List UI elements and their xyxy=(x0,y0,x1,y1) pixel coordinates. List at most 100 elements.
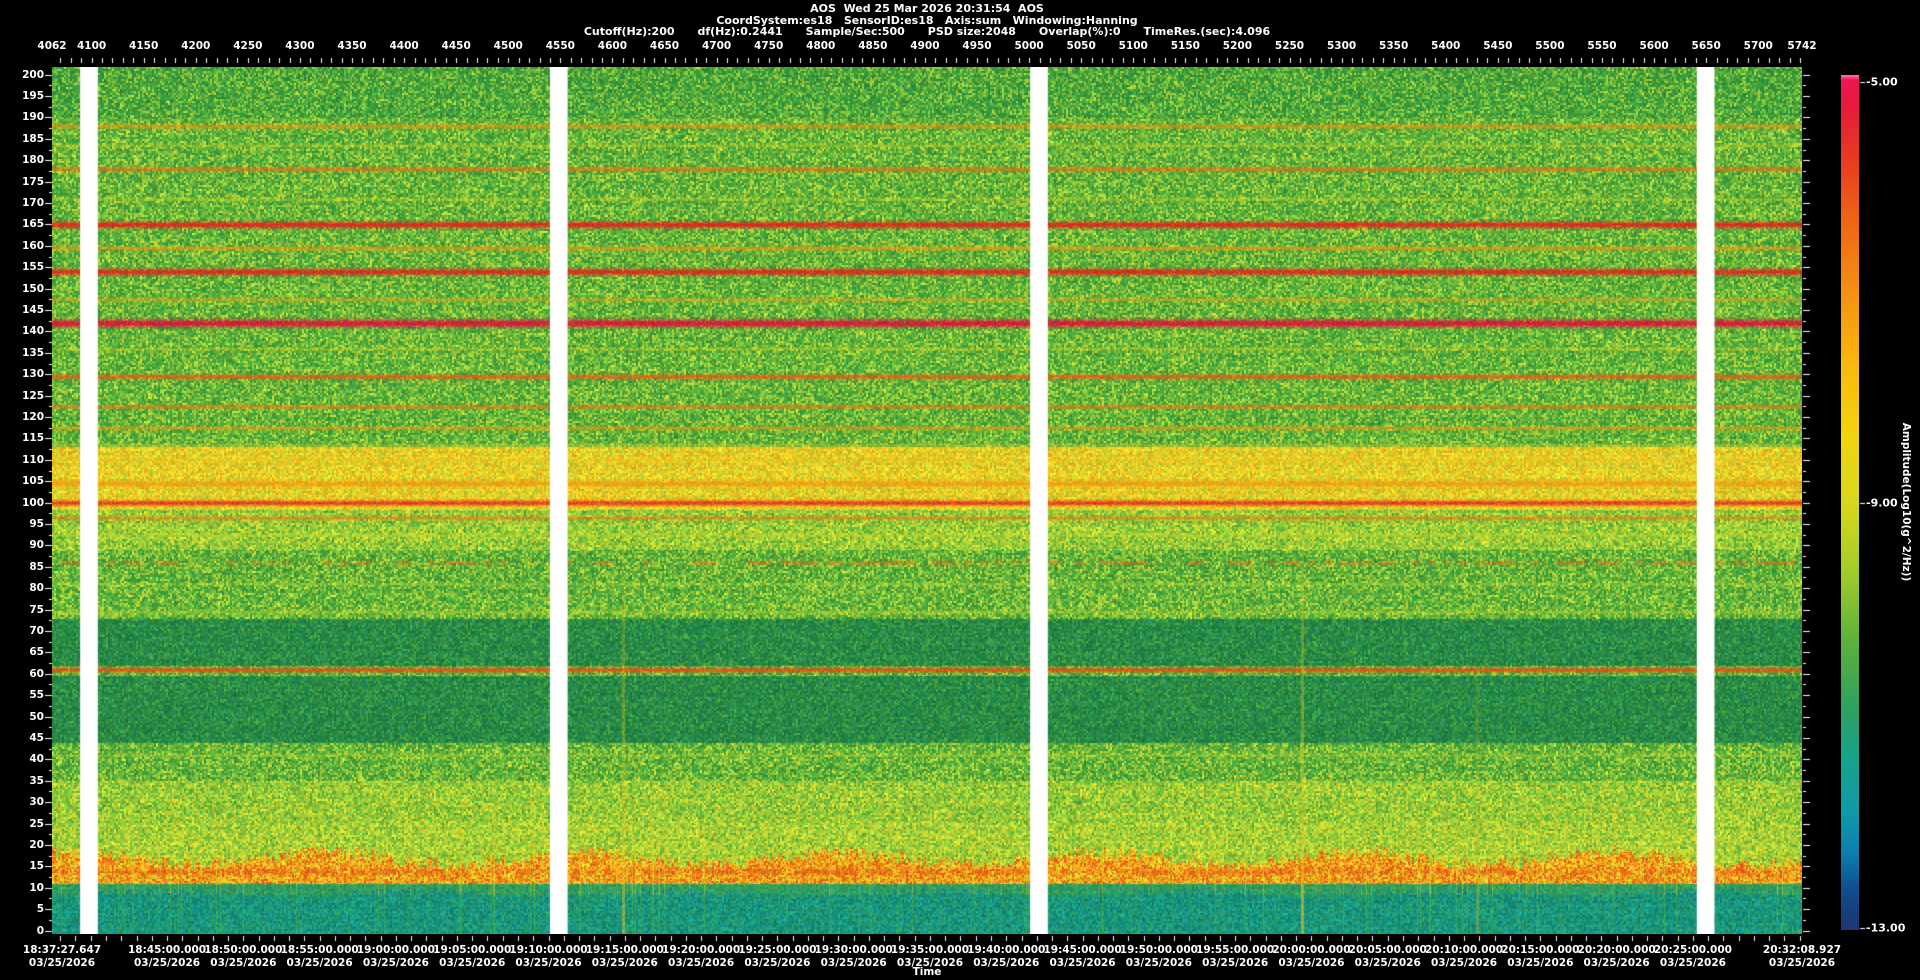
time-axis-tick-label: 20:10:00.000 xyxy=(1424,944,1504,956)
time-axis-tick-label: 19:05:00.000 xyxy=(433,944,512,956)
top-axis-tick-label: 4700 xyxy=(701,40,732,52)
freq-axis-tick-label: 200 xyxy=(22,68,44,81)
top-axis-tick-label: 4850 xyxy=(858,40,888,52)
top-axis-tick-label: 5700 xyxy=(1743,40,1773,52)
freq-axis-tick-label: 145 xyxy=(22,304,44,317)
freq-axis-tick-label: 165 xyxy=(22,218,44,231)
top-axis-tick-label: 5000 xyxy=(1014,40,1044,52)
top-axis-tick-label: 5300 xyxy=(1326,40,1357,52)
top-axis-tick-label: 4300 xyxy=(285,40,315,52)
top-axis-tick-label: 5100 xyxy=(1118,40,1148,52)
top-axis-tick-label: 5500 xyxy=(1535,40,1565,52)
time-axis-title: Time xyxy=(912,966,942,978)
freq-axis-tick-label: 55 xyxy=(29,689,44,702)
colorbar-tick-label: -9.00 xyxy=(1866,496,1898,509)
time-axis-tick-label: 19:10:00.000 xyxy=(509,944,588,956)
freq-axis-tick-label: 10 xyxy=(29,881,44,894)
top-axis-tick-label: 4750 xyxy=(754,40,784,52)
freq-axis-tick-label: 115 xyxy=(22,432,44,445)
aos-spectrogram-window: AOS Wed 25 Mar 2026 20:31:54 AOS CoordSy… xyxy=(0,0,1920,980)
top-axis-tick-label: 5400 xyxy=(1431,40,1461,52)
freq-axis-tick-label: 140 xyxy=(22,325,44,338)
freq-axis-tick-label: 150 xyxy=(22,282,44,295)
freq-axis-tick-label: 75 xyxy=(29,603,44,616)
freq-axis-tick-label: 15 xyxy=(29,860,44,873)
freq-axis-tick-label: 5 xyxy=(36,903,44,916)
freq-axis-tick-label: 135 xyxy=(22,346,44,359)
top-axis-tick-label: 4450 xyxy=(441,40,471,52)
freq-axis-tick-label: 95 xyxy=(29,517,44,530)
freq-axis-tick-label: 50 xyxy=(29,710,44,723)
freq-axis-tick-label: 110 xyxy=(22,453,44,466)
top-axis-tick-label: 5150 xyxy=(1170,40,1200,52)
top-axis-tick-label: 4100 xyxy=(76,40,107,52)
freq-axis-tick-label: 120 xyxy=(22,411,44,424)
freq-axis-tick-label: 185 xyxy=(22,132,44,145)
freq-axis-tick-label: 180 xyxy=(22,154,44,167)
top-axis-tick-label: 5742 xyxy=(1787,40,1817,52)
freq-axis-tick-label: 35 xyxy=(29,774,44,787)
time-axis-tick-label: 20:20:00.000 xyxy=(1577,944,1656,956)
freq-axis-tick-label: 175 xyxy=(22,175,44,188)
time-axis-tick-label: 19:25:00.000 xyxy=(738,944,817,956)
header-title: AOS Wed 25 Mar 2026 20:31:54 AOS xyxy=(810,2,1044,15)
spectrogram-canvas[interactable] xyxy=(52,67,1802,934)
top-axis-tick-label: 4150 xyxy=(129,40,159,52)
freq-axis-tick-label: 125 xyxy=(22,389,44,402)
freq-axis-tick-label: 70 xyxy=(29,624,44,637)
top-axis-tick-label: 5600 xyxy=(1639,40,1669,52)
top-axis-tick-label: 5450 xyxy=(1483,40,1513,52)
freq-axis-tick-label: 195 xyxy=(22,90,44,103)
time-axis-tick-label: 18:55:00.000 xyxy=(280,944,359,956)
time-axis-tick-label: 19:20:00.000 xyxy=(662,944,741,956)
freq-axis-tick-label: 65 xyxy=(29,646,44,659)
top-axis-tick-label: 4062 xyxy=(37,40,67,52)
top-axis-tick-label: 5550 xyxy=(1587,40,1617,52)
time-axis-tick-label: 19:45:00.000 xyxy=(1043,944,1122,956)
freq-axis-tick-label: 190 xyxy=(22,111,44,124)
top-axis-tick-label: 4500 xyxy=(493,40,523,52)
freq-axis-tick-label: 0 xyxy=(36,924,44,937)
top-axis-tick-label: 4650 xyxy=(649,40,680,52)
time-axis-tick-label: 20:00:00.000 xyxy=(1272,944,1351,956)
freq-axis-tick-label: 90 xyxy=(29,539,44,552)
top-axis-tick-label: 5250 xyxy=(1274,40,1305,52)
time-axis-tick-label: 18:45:00.000 xyxy=(127,944,207,956)
freq-axis-tick-label: 60 xyxy=(29,667,44,680)
freq-axis-tick-label: 25 xyxy=(29,817,44,830)
top-axis-tick-label: 4400 xyxy=(389,40,419,52)
time-axis-tick-label: 20:25:00.000 xyxy=(1653,944,1732,956)
time-axis-tick-label: 18:37:27.647 xyxy=(22,944,102,956)
top-axis-tick-label: 4200 xyxy=(181,40,211,52)
freq-axis-tick-label: 105 xyxy=(22,475,44,488)
colorbar-tick-label: -13.00 xyxy=(1866,921,1906,935)
top-axis-tick-label: 5050 xyxy=(1066,40,1096,52)
time-axis-tick-label: 20:15:00.000 xyxy=(1501,944,1580,956)
freq-axis-tick-label: 170 xyxy=(22,197,44,210)
time-axis-tick-label: 18:50:00.000 xyxy=(204,944,283,956)
top-axis-tick-label: 4900 xyxy=(910,40,940,52)
time-axis-tick-label: 19:55:00.000 xyxy=(1196,944,1275,956)
top-axis-tick-label: 4950 xyxy=(962,40,992,52)
freq-axis-tick-label: 85 xyxy=(29,560,44,573)
freq-axis-tick-label: 40 xyxy=(29,753,44,766)
time-axis-tick-label: 19:50:00.000 xyxy=(1119,944,1198,956)
time-axis-tick-label: 19:40:00.000 xyxy=(967,944,1046,956)
freq-axis-tick-label: 80 xyxy=(29,582,44,595)
colorbar-gradient xyxy=(1841,75,1859,930)
colorbar-tick-label: -5.00 xyxy=(1866,75,1898,89)
top-axis-tick-label: 4550 xyxy=(545,40,575,52)
freq-axis-tick-label: 155 xyxy=(22,261,44,274)
top-axis-tick-label: 4600 xyxy=(597,40,628,52)
time-axis-tick-label: 20:05:00.000 xyxy=(1348,944,1427,956)
freq-axis-tick-label: 30 xyxy=(29,796,44,809)
top-axis-tick-label: 5350 xyxy=(1379,40,1409,52)
colorbar-title: Amplitude(Log10(g^2/Hz)) xyxy=(1900,422,1912,582)
time-axis-tick-label: 19:00:00.000 xyxy=(356,944,435,956)
freq-axis-tick-label: 20 xyxy=(29,838,44,851)
time-axis-tick-label: 20:32:08.927 xyxy=(1762,944,1842,956)
top-axis-tick-label: 4250 xyxy=(233,40,263,52)
time-axis-tick-label: 19:15:00.000 xyxy=(585,944,664,956)
time-axis-tick-label: 19:30:00.000 xyxy=(814,944,893,956)
top-axis-tick-label: 4800 xyxy=(806,40,836,52)
